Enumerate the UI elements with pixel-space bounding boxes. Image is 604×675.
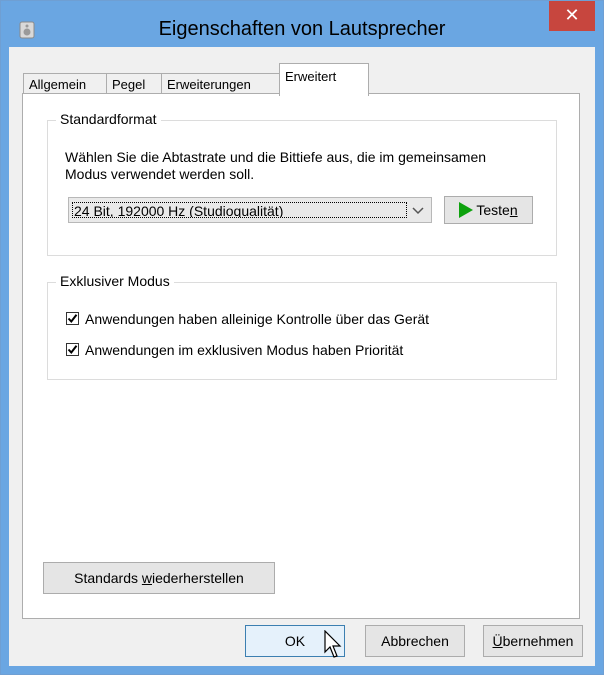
tab-pegel[interactable]: Pegel [106, 73, 162, 95]
restore-defaults-post: iederherstellen [152, 570, 244, 586]
dialog-client: Allgemein Pegel Erweiterungen Erweitert … [9, 47, 595, 666]
dialog-window: Eigenschaften von Lautsprecher ✕ Allgeme… [0, 0, 604, 675]
apply-button-label: bernehmen [502, 633, 574, 649]
exclusive-priority-option[interactable]: Anwendungen im exklusiven Modus haben Pr… [66, 340, 403, 360]
play-icon [459, 201, 474, 218]
tab-allgemein[interactable]: Allgemein [23, 73, 107, 95]
exclusive-control-option[interactable]: Anwendungen haben alleinige Kontrolle üb… [66, 309, 429, 329]
checkmark-icon [67, 313, 78, 323]
restore-defaults-pre: Standards [74, 570, 142, 586]
tab-erweitert[interactable]: Erweitert [279, 63, 369, 96]
format-dropdown-value: 24 Bit, 192000 Hz (Studioqualität) [72, 202, 407, 218]
exclusive-mode-label: Exklusiver Modus [56, 273, 174, 289]
standardformat-description: Wählen Sie die Abtastrate und die Bittie… [65, 149, 487, 182]
restore-defaults-accel: w [141, 570, 152, 586]
tab-erweiterungen[interactable]: Erweiterungen [161, 73, 280, 95]
cancel-button[interactable]: Abbrechen [365, 625, 465, 657]
exclusive-control-label: Anwendungen haben alleinige Kontrolle üb… [85, 311, 430, 327]
exclusive-control-checkbox[interactable] [66, 311, 79, 325]
checkmark-icon [67, 344, 78, 354]
standardformat-group: Standardformat Wählen Sie die Abtastrate… [47, 111, 557, 256]
apply-button-accel: Ü [492, 633, 503, 649]
close-button[interactable]: ✕ [549, 1, 595, 31]
exclusive-priority-checkbox[interactable] [66, 342, 79, 356]
test-button-accel: n [509, 202, 518, 218]
chevron-down-icon[interactable] [405, 198, 431, 222]
window-title: Eigenschaften von Lautsprecher [158, 18, 446, 40]
exclusive-mode-group: Exklusiver Modus Anwendungen haben allei… [47, 273, 557, 380]
restore-defaults-button[interactable]: Standards wiederherstellen [43, 562, 275, 594]
tab-panel-erweitert: Standardformat Wählen Sie die Abtastrate… [22, 93, 580, 619]
exclusive-priority-label: Anwendungen im exklusiven Modus haben Pr… [85, 342, 404, 358]
test-button[interactable]: Testen [444, 196, 533, 224]
mouse-cursor-icon [324, 630, 342, 658]
apply-button[interactable]: Übernehmen [483, 625, 583, 657]
standardformat-label: Standardformat [56, 111, 161, 127]
test-button-label: Teste [476, 202, 510, 218]
format-dropdown[interactable]: 24 Bit, 192000 Hz (Studioqualität) [68, 197, 432, 223]
